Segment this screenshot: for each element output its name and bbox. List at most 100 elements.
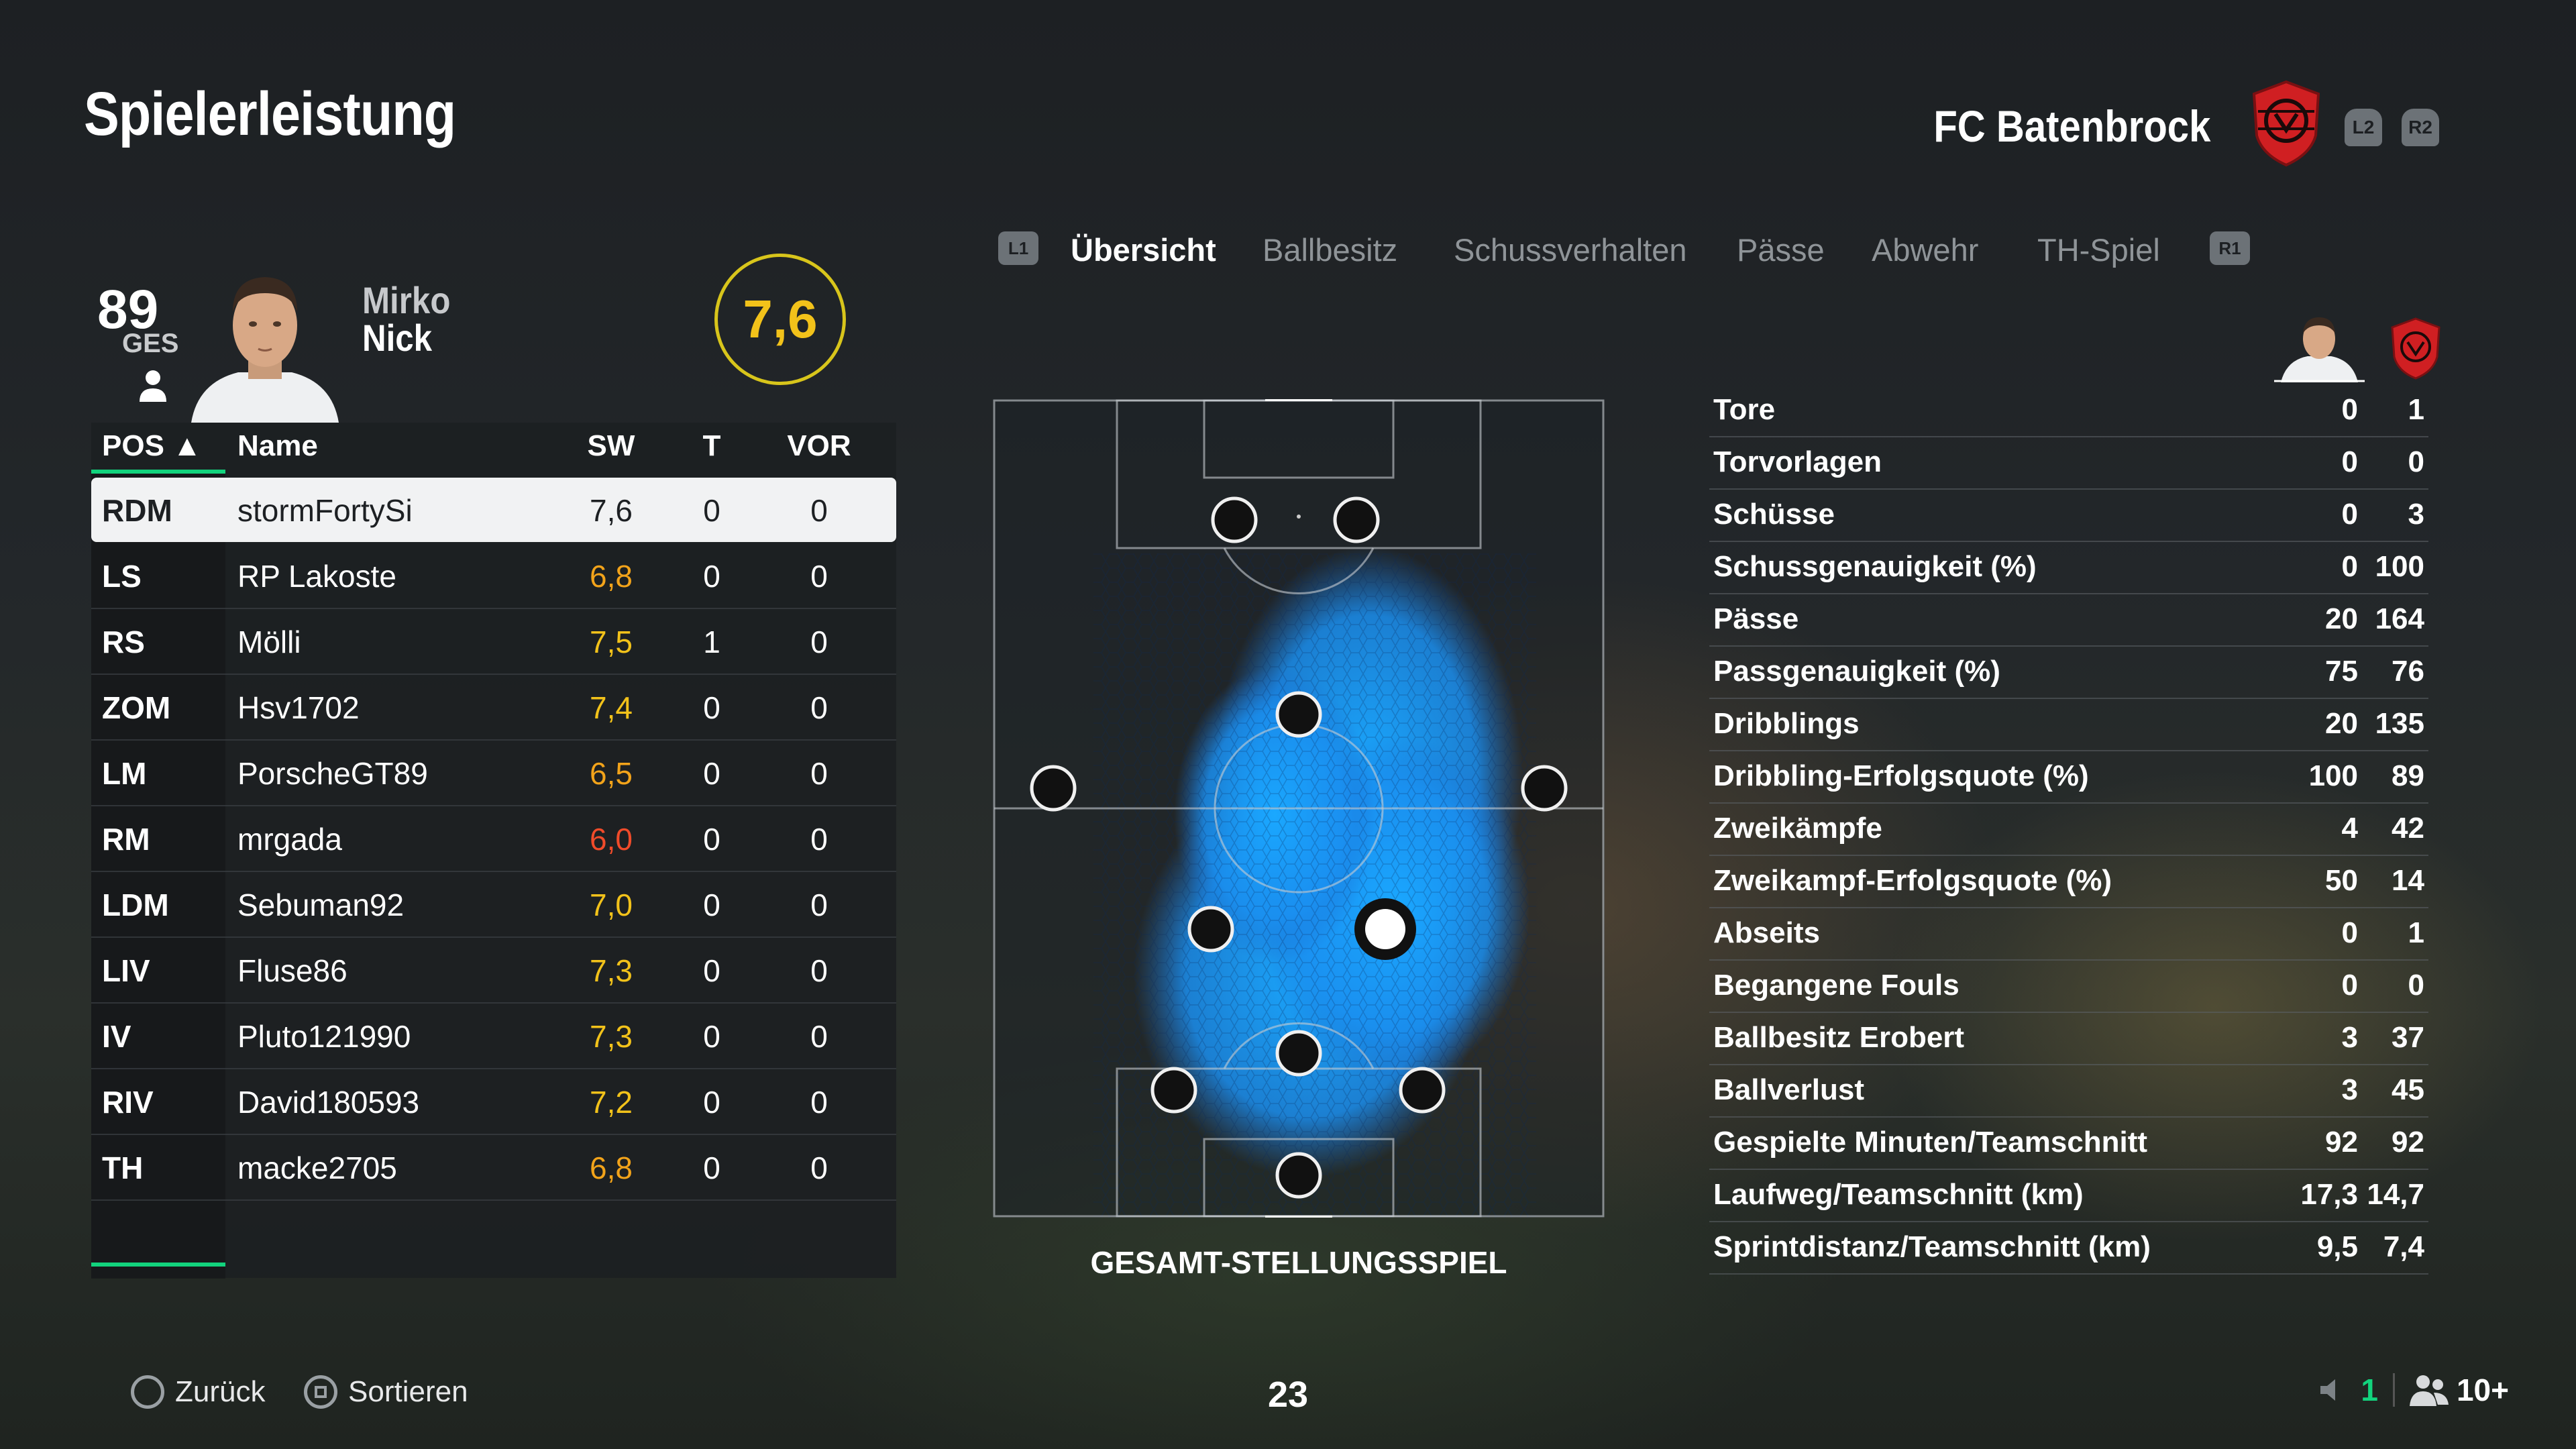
header-vor[interactable]: VOR <box>782 429 856 463</box>
stat-team-value: 14,7 <box>2367 1178 2424 1211</box>
stat-player-value: 100 <box>2308 759 2358 792</box>
table-row[interactable]: LIV Fluse86 7,3 0 0 <box>91 938 896 1004</box>
tab-4[interactable]: Abwehr <box>1872 231 1978 268</box>
stat-label: Ballbesitz Erobert <box>1713 1021 1965 1054</box>
row-pos: LDM <box>102 888 169 922</box>
stat-player-value: 4 <box>2341 812 2358 845</box>
tab-2[interactable]: Schussverhalten <box>1454 231 1686 268</box>
row-assists: 0 <box>810 625 828 659</box>
row-goals: 0 <box>703 888 720 922</box>
row-rating: 7,4 <box>590 690 633 725</box>
tab-5[interactable]: TH-Spiel <box>2037 231 2160 268</box>
stat-label: Gespielte Minuten/Teamschnitt <box>1713 1126 2148 1159</box>
row-pos: RS <box>102 625 145 659</box>
overall-caption: GES <box>122 329 179 358</box>
stat-label: Laufweg/Teamschnitt (km) <box>1713 1178 2084 1211</box>
stat-row: Begangene Fouls 0 0 <box>1709 959 2428 1013</box>
row-assists: 0 <box>810 822 828 857</box>
table-row[interactable]: RS Mölli 7,5 1 0 <box>91 609 896 675</box>
stat-label: Begangene Fouls <box>1713 969 1960 1002</box>
sort-label: Sortieren <box>348 1375 468 1408</box>
stat-row: Laufweg/Teamschnitt (km) 17,3 14,7 <box>1709 1169 2428 1222</box>
row-name: Mölli <box>237 625 301 659</box>
stat-team-value: 135 <box>2375 707 2424 740</box>
table-row[interactable]: ZOM Hsv1702 7,4 0 0 <box>91 675 896 741</box>
player-avatar <box>191 277 339 423</box>
tab-1[interactable]: Ballbesitz <box>1263 231 1397 268</box>
row-goals: 1 <box>703 625 720 659</box>
r2-button[interactable]: R2 <box>2402 109 2439 146</box>
back-label: Zurück <box>175 1375 266 1408</box>
row-goals: 0 <box>703 690 720 725</box>
stat-row: Gespielte Minuten/Teamschnitt 92 92 <box>1709 1116 2428 1170</box>
header-name[interactable]: Name <box>237 429 318 463</box>
row-pos: LIV <box>102 953 150 988</box>
row-pos: LM <box>102 756 147 791</box>
stat-player-value: 0 <box>2341 916 2358 949</box>
row-goals: 0 <box>703 756 720 791</box>
row-rating: 7,2 <box>590 1085 633 1120</box>
table-row[interactable]: LDM Sebuman92 7,0 0 0 <box>91 872 896 938</box>
voice-count: 1 <box>2361 1373 2378 1407</box>
stat-row: Dribbling-Erfolgsquote (%) 100 89 <box>1709 750 2428 804</box>
stat-label: Passgenauigkeit (%) <box>1713 655 2000 688</box>
stat-label: Ballverlust <box>1713 1073 1864 1106</box>
table-row[interactable]: TH macke2705 6,8 0 0 <box>91 1135 896 1201</box>
row-rating: 6,5 <box>590 756 633 791</box>
header-pos[interactable]: POS ▲ <box>102 429 202 463</box>
stat-team-value: 3 <box>2408 498 2424 531</box>
stat-row: Ballverlust 3 45 <box>1709 1064 2428 1118</box>
stat-player-value: 0 <box>2341 969 2358 1002</box>
table-row[interactable]: LM PorscheGT89 6,5 0 0 <box>91 741 896 806</box>
row-goals: 0 <box>703 1019 720 1054</box>
stat-team-value: 45 <box>2392 1073 2424 1106</box>
l2-button[interactable]: L2 <box>2345 109 2382 146</box>
header-t[interactable]: T <box>682 429 742 463</box>
stat-row: Dribblings 20 135 <box>1709 698 2428 751</box>
row-name: mrgada <box>237 822 342 857</box>
row-assists: 0 <box>810 493 828 528</box>
divider <box>2392 1373 2395 1407</box>
stat-row: Schüsse 0 3 <box>1709 488 2428 542</box>
table-row[interactable]: IV Pluto121990 7,3 0 0 <box>91 1004 896 1069</box>
table-row[interactable]: RM mrgada 6,0 0 0 <box>91 806 896 872</box>
row-assists: 0 <box>810 1085 828 1120</box>
r1-button[interactable]: R1 <box>2210 231 2250 265</box>
row-pos: TH <box>102 1150 144 1185</box>
match-rating-badge: 7,6 <box>714 254 846 385</box>
row-assists: 0 <box>810 1019 828 1054</box>
back-button[interactable]: Zurück <box>131 1372 265 1412</box>
row-goals: 0 <box>703 559 720 594</box>
page-number: 23 <box>1268 1375 1309 1415</box>
stat-team-value: 76 <box>2392 655 2424 688</box>
session-status: 1 10+ <box>2316 1372 2509 1408</box>
header-sw[interactable]: SW <box>574 429 648 463</box>
row-name: Fluse86 <box>237 953 347 988</box>
stat-row: Sprintdistanz/Teamschnitt (km) 9,5 7,4 <box>1709 1221 2428 1275</box>
table-row[interactable]: RDM stormFortySi 7,6 0 0 <box>91 478 896 542</box>
row-assists: 0 <box>810 888 828 922</box>
stat-label: Abseits <box>1713 916 1820 949</box>
l1-button[interactable]: L1 <box>998 231 1038 265</box>
tab-3[interactable]: Pässe <box>1737 231 1825 268</box>
stat-label: Schussgenauigkeit (%) <box>1713 550 2037 583</box>
table-header: POS ▲ Name SW T VOR <box>91 423 896 470</box>
page-title: Spielerleistung <box>84 80 456 148</box>
scroll-indicator <box>91 1263 225 1267</box>
stat-team-value: 37 <box>2392 1021 2424 1054</box>
table-row[interactable]: LS RP Lakoste 6,8 0 0 <box>91 543 896 609</box>
stat-label: Dribblings <box>1713 707 1860 740</box>
sort-button[interactable]: Sortieren <box>304 1372 468 1412</box>
stat-label: Torvorlagen <box>1713 445 1882 478</box>
stat-team-value: 1 <box>2408 916 2424 949</box>
row-assists: 0 <box>810 953 828 988</box>
positioning-heatmap <box>993 399 1605 1218</box>
row-goals: 0 <box>703 1085 720 1120</box>
tab-0[interactable]: Übersicht <box>1071 231 1216 268</box>
row-pos: LS <box>102 559 142 594</box>
table-row[interactable]: RIV David180593 7,2 0 0 <box>91 1069 896 1135</box>
club-name: FC Batenbrock <box>1933 101 2210 151</box>
player-column-icon <box>2274 317 2365 382</box>
stat-row: Zweikämpfe 4 42 <box>1709 802 2428 856</box>
row-goals: 0 <box>703 1150 720 1185</box>
